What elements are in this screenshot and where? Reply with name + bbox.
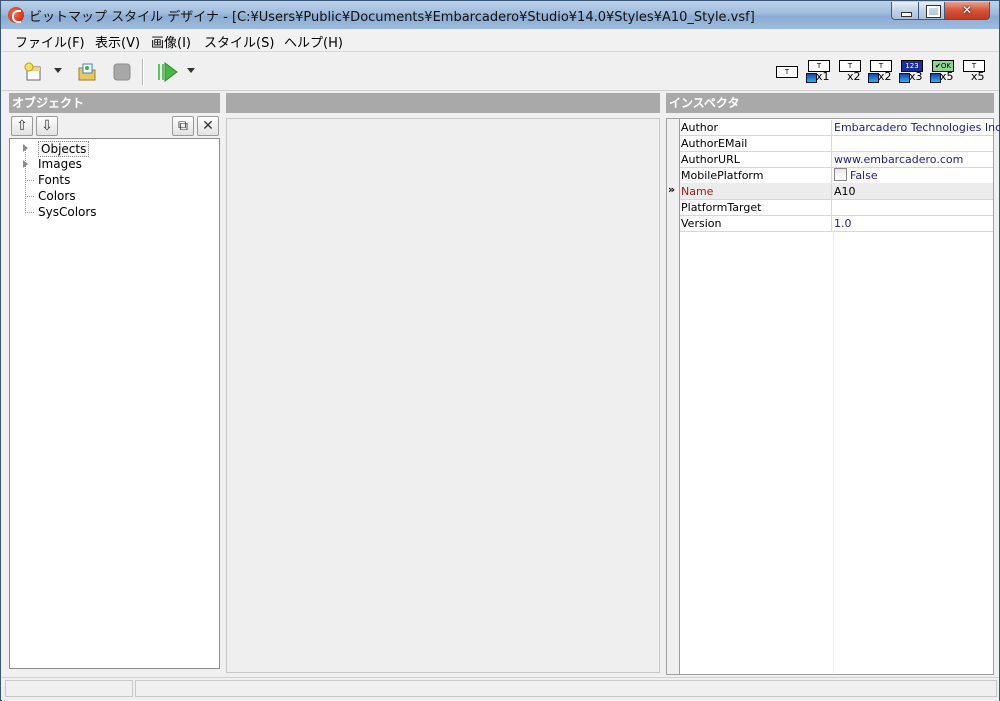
- property-row-authoremail[interactable]: AuthorEMail: [680, 135, 993, 152]
- status-bar: [2, 677, 999, 701]
- tree-item-fonts[interactable]: Fonts: [38, 173, 70, 187]
- app-window: ビットマップ スタイル デザイナ - [C:¥Users¥Public¥Docu…: [0, 0, 1000, 701]
- column-divider: [833, 231, 834, 673]
- inspector-panel-title: インスペクタ: [666, 93, 994, 113]
- dropdown-arrow-icon[interactable]: [187, 68, 196, 74]
- menu-bar: ファイル(F) 表示(V) 画像(I) スタイル(S) ヘルプ(H): [2, 29, 999, 52]
- menu-file[interactable]: ファイル(F): [15, 32, 85, 51]
- property-value[interactable]: www.embarcadero.com: [834, 152, 963, 167]
- style-button-6[interactable]: ✔OK x5: [930, 60, 956, 84]
- property-value[interactable]: Embarcadero Technologies Inc.: [834, 120, 1000, 135]
- style-button-3[interactable]: T x2: [837, 60, 863, 84]
- tree-line: [25, 180, 34, 181]
- status-pane-2: [135, 680, 997, 697]
- expand-arrow-icon[interactable]: [23, 144, 28, 152]
- mobileplatform-checkbox[interactable]: [834, 168, 847, 181]
- menu-image[interactable]: 画像(I): [151, 32, 191, 51]
- property-key: AuthorEMail: [681, 136, 832, 151]
- minimize-button[interactable]: [891, 2, 919, 20]
- property-inspector: » Author Embarcadero Technologies Inc. A…: [666, 118, 1000, 675]
- style-multiplier: x5: [971, 70, 985, 83]
- move-up-button[interactable]: ⇧: [11, 116, 33, 136]
- property-row-platformtarget[interactable]: PlatformTarget: [680, 199, 993, 216]
- dropdown-arrow-icon[interactable]: [54, 68, 63, 74]
- add-object-button[interactable]: ⧉: [172, 116, 194, 136]
- checkbox-label: False: [850, 169, 878, 182]
- style-preview: T: [776, 66, 798, 78]
- property-value[interactable]: 1.0: [834, 216, 852, 231]
- style-multiplier: x2: [878, 70, 892, 83]
- style-multiplier: x1: [816, 70, 830, 83]
- tree-line: [25, 196, 34, 197]
- style-button-7[interactable]: T x5: [961, 60, 987, 84]
- expand-arrow-icon[interactable]: [23, 160, 28, 168]
- style-multiplier: x2: [847, 70, 861, 83]
- toolbar: T T x1 T x2 T x2 123 x3 ✔OK x5 T x5: [2, 52, 999, 91]
- preview-canvas[interactable]: [226, 118, 660, 673]
- close-icon: ✕: [961, 3, 973, 17]
- toolbar-separator: [142, 59, 144, 85]
- title-bar[interactable]: ビットマップ スタイル デザイナ - [C:¥Users¥Public¥Docu…: [1, 1, 999, 29]
- inspector-gutter: [667, 119, 680, 674]
- style-button-1[interactable]: T: [774, 60, 800, 84]
- style-multiplier: x3: [909, 70, 923, 83]
- property-key: Author: [681, 120, 832, 135]
- open-folder-icon[interactable]: [77, 62, 97, 82]
- menu-view[interactable]: 表示(V): [95, 32, 140, 51]
- property-row-author[interactable]: Author Embarcadero Technologies Inc.: [680, 119, 1000, 136]
- property-key: PlatformTarget: [681, 200, 832, 215]
- object-tree[interactable]: Objects Images Fonts Colors SysColors: [9, 138, 220, 669]
- menu-help[interactable]: ヘルプ(H): [284, 32, 343, 51]
- style-button-5[interactable]: 123 x3: [899, 60, 925, 84]
- close-button[interactable]: ✕: [944, 2, 990, 20]
- status-pane-1: [5, 680, 133, 697]
- tree-item-colors[interactable]: Colors: [38, 189, 76, 203]
- selected-row-arrow-icon: »: [668, 183, 676, 196]
- minimize-icon: [901, 12, 912, 17]
- menu-style[interactable]: スタイル(S): [204, 32, 274, 51]
- window-title: ビットマップ スタイル デザイナ - [C:¥Users¥Public¥Docu…: [29, 10, 755, 25]
- app-icon[interactable]: [8, 7, 24, 23]
- property-key: Version: [681, 216, 832, 231]
- property-key: Name: [681, 184, 832, 199]
- style-button-4[interactable]: T x2: [868, 60, 894, 84]
- preview-panel-header: [226, 93, 660, 113]
- property-key: MobilePlatform: [681, 168, 832, 183]
- style-button-2[interactable]: T x1: [806, 60, 832, 84]
- move-down-button[interactable]: ⇩: [36, 116, 58, 136]
- maximize-icon: [926, 5, 941, 18]
- property-row-mobileplatform[interactable]: MobilePlatform False: [680, 167, 993, 184]
- delete-object-button[interactable]: ✕: [197, 116, 219, 136]
- stop-icon[interactable]: [112, 62, 132, 82]
- tree-item-objects[interactable]: Objects: [38, 141, 90, 157]
- tree-line: [25, 212, 34, 213]
- maximize-button[interactable]: [918, 2, 945, 20]
- new-style-icon[interactable]: [24, 62, 44, 82]
- property-key: AuthorURL: [681, 152, 832, 167]
- property-row-authorurl[interactable]: AuthorURL www.embarcadero.com: [680, 151, 993, 168]
- property-row-name[interactable]: Name A10: [680, 183, 993, 200]
- property-row-version[interactable]: Version 1.0: [680, 215, 993, 232]
- tree-item-images[interactable]: Images: [38, 157, 82, 171]
- objects-panel-title: オブジェクト: [9, 93, 221, 113]
- run-icon[interactable]: [157, 61, 179, 83]
- property-value[interactable]: A10: [834, 184, 856, 199]
- property-value[interactable]: False: [834, 168, 878, 183]
- tree-item-syscolors[interactable]: SysColors: [38, 205, 97, 219]
- style-multiplier: x5: [940, 70, 954, 83]
